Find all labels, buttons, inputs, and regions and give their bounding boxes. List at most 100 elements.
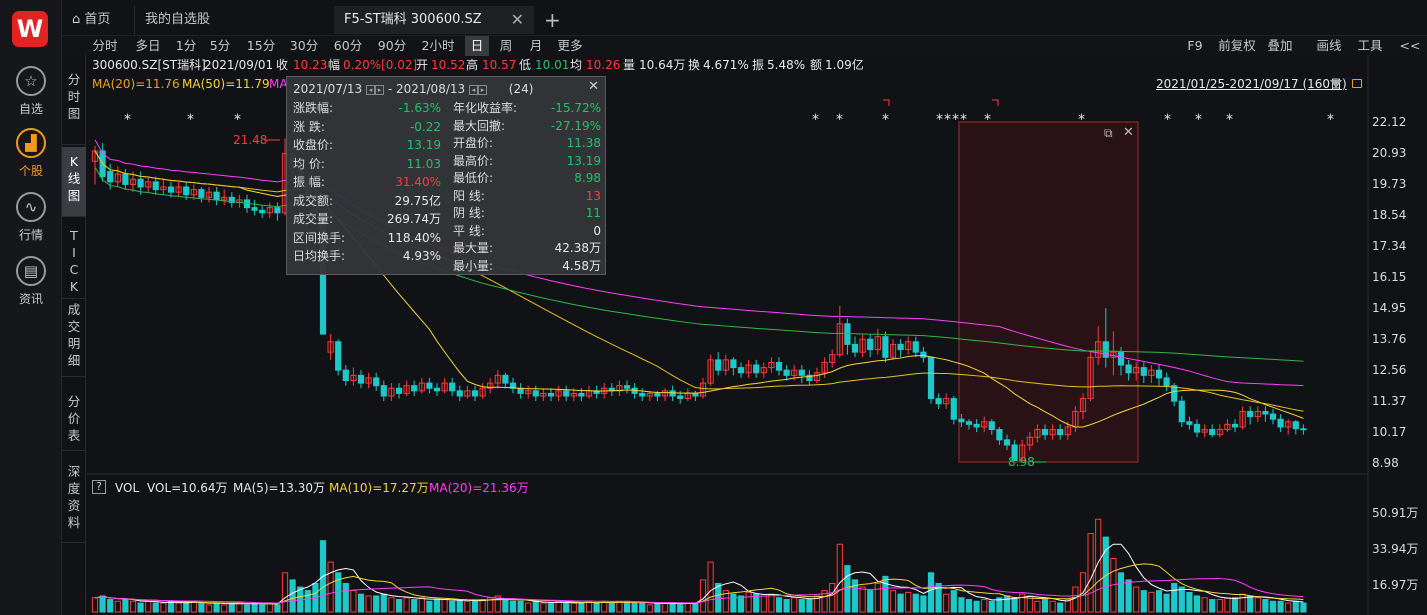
high-value: 10.57: [482, 58, 517, 72]
candle-body: [783, 369, 790, 376]
volume-bar: [403, 597, 410, 613]
volume-bar: [1011, 597, 1018, 613]
candle-body: [996, 429, 1003, 441]
lock-icon[interactable]: [1352, 79, 1362, 88]
candle-body: [965, 421, 973, 425]
arrow-right-icon[interactable]: ▸: [375, 84, 384, 95]
volume-bar: [129, 600, 137, 613]
candle-body: [737, 367, 745, 374]
candle-body: [395, 387, 403, 394]
event-star-marker[interactable]: *: [234, 112, 241, 128]
volume-bar: [1148, 591, 1155, 613]
volume-bar: [471, 600, 479, 613]
popup-count: (24): [508, 82, 534, 96]
volume-bar: [183, 602, 190, 613]
amp-value: 5.48%: [767, 58, 806, 72]
event-star-marker[interactable]: *: [952, 112, 959, 128]
event-star-marker[interactable]: *: [1164, 112, 1171, 128]
candle-body: [1178, 400, 1185, 423]
volume-bar: [259, 604, 266, 613]
volume-bar: [517, 600, 524, 613]
price-tick-label: 12.56: [1372, 363, 1407, 377]
volume-bar: [760, 595, 767, 613]
close-selection-icon[interactable]: ✕: [1123, 125, 1134, 140]
event-star-marker[interactable]: *: [1078, 112, 1085, 128]
high-price-annotation: 21.48: [233, 133, 268, 147]
event-star-marker[interactable]: *: [187, 112, 194, 128]
popup-stat-value: 31.40%: [395, 175, 441, 189]
candle-body: [988, 421, 995, 431]
date-range-label[interactable]: 2021/01/25-2021/09/17 (160日): [1156, 76, 1347, 92]
range-start-marker: [883, 99, 890, 106]
price-tick-label: 17.34: [1372, 239, 1407, 253]
event-star-marker[interactable]: *: [812, 112, 819, 128]
price-tick-label: 19.73: [1372, 177, 1407, 191]
volume-bar: [137, 602, 144, 613]
event-star-marker[interactable]: *: [1226, 112, 1233, 128]
volume-bar: [525, 602, 532, 613]
popup-stat-value: 8.98: [574, 171, 601, 185]
candle-body: [563, 390, 570, 397]
kline-chart[interactable]: [0, 0, 1427, 615]
volume-bar: [1133, 586, 1140, 613]
event-star-marker[interactable]: *: [836, 112, 843, 128]
volume-bar: [449, 600, 456, 613]
volume-bar: [692, 602, 699, 613]
volume-bar: [1209, 599, 1216, 613]
candle-body: [456, 390, 463, 397]
candle-body: [1231, 423, 1239, 428]
arrow-right-icon[interactable]: ▸: [477, 84, 487, 95]
candle-body: [578, 392, 585, 397]
volume-bar: [905, 591, 912, 613]
ma20-legend: MA(20)=11.76: [92, 77, 180, 91]
volume-bar: [167, 600, 175, 613]
volume-bar: [532, 600, 539, 613]
candle-body: [1300, 428, 1307, 431]
volume-bar: [1254, 597, 1261, 613]
popup-stat-label: 成交额:: [293, 193, 334, 208]
volume-bar: [274, 604, 281, 613]
help-icon[interactable]: ?: [92, 480, 106, 494]
event-star-marker[interactable]: *: [936, 112, 943, 128]
volume-bar: [943, 593, 950, 613]
volume-bar: [502, 599, 509, 613]
quote-date: 2021/09/01: [204, 58, 274, 72]
event-star-marker[interactable]: *: [1195, 112, 1202, 128]
popup-stat-label: 收盘价:: [293, 138, 334, 152]
volume-bar: [639, 602, 646, 613]
volume-bar: [1186, 591, 1193, 613]
volume-bar: [221, 604, 228, 613]
event-star-marker[interactable]: *: [984, 112, 991, 128]
volume-bar: [205, 604, 213, 613]
volume-bar: [357, 593, 365, 613]
candle-body: [342, 369, 349, 382]
range-stats-popup: 2021/07/13 ◂ ▸ - 2021/08/13 ◂ ▸ (24) ✕ 涨跌幅…: [286, 76, 606, 275]
popup-close-icon[interactable]: ✕: [588, 79, 599, 94]
candle-body: [335, 341, 342, 371]
volume-bar: [1155, 590, 1163, 613]
candle-body: [912, 341, 919, 353]
volume-bar: [479, 599, 486, 613]
ma50-legend: MA(50)=11.79: [182, 77, 270, 91]
change-label: 幅: [328, 58, 341, 72]
candle-body: [1262, 410, 1269, 415]
event-star-marker[interactable]: *: [124, 112, 131, 128]
event-star-marker[interactable]: *: [960, 112, 967, 128]
popup-stat-label: 振 幅:: [293, 175, 325, 189]
candle-body: [449, 382, 456, 392]
volume-bar: [798, 599, 805, 613]
open-value: 10.52: [431, 58, 466, 72]
event-star-marker[interactable]: *: [1327, 112, 1334, 128]
arrow-left-icon[interactable]: ◂: [468, 84, 478, 95]
arrow-left-icon[interactable]: ◂: [366, 84, 375, 95]
event-star-marker[interactable]: *: [882, 112, 889, 128]
event-star-marker[interactable]: *: [944, 112, 951, 128]
avg-label: 均: [570, 58, 583, 72]
candle-body: [935, 398, 942, 405]
low-value: 10.01: [535, 58, 570, 72]
candle-body: [1163, 377, 1170, 387]
range-dropdown-icon[interactable]: [1330, 80, 1342, 88]
range-selection-box: [958, 121, 1139, 463]
restore-icon[interactable]: ⧉: [1104, 126, 1113, 141]
volume-bar: [699, 579, 707, 613]
